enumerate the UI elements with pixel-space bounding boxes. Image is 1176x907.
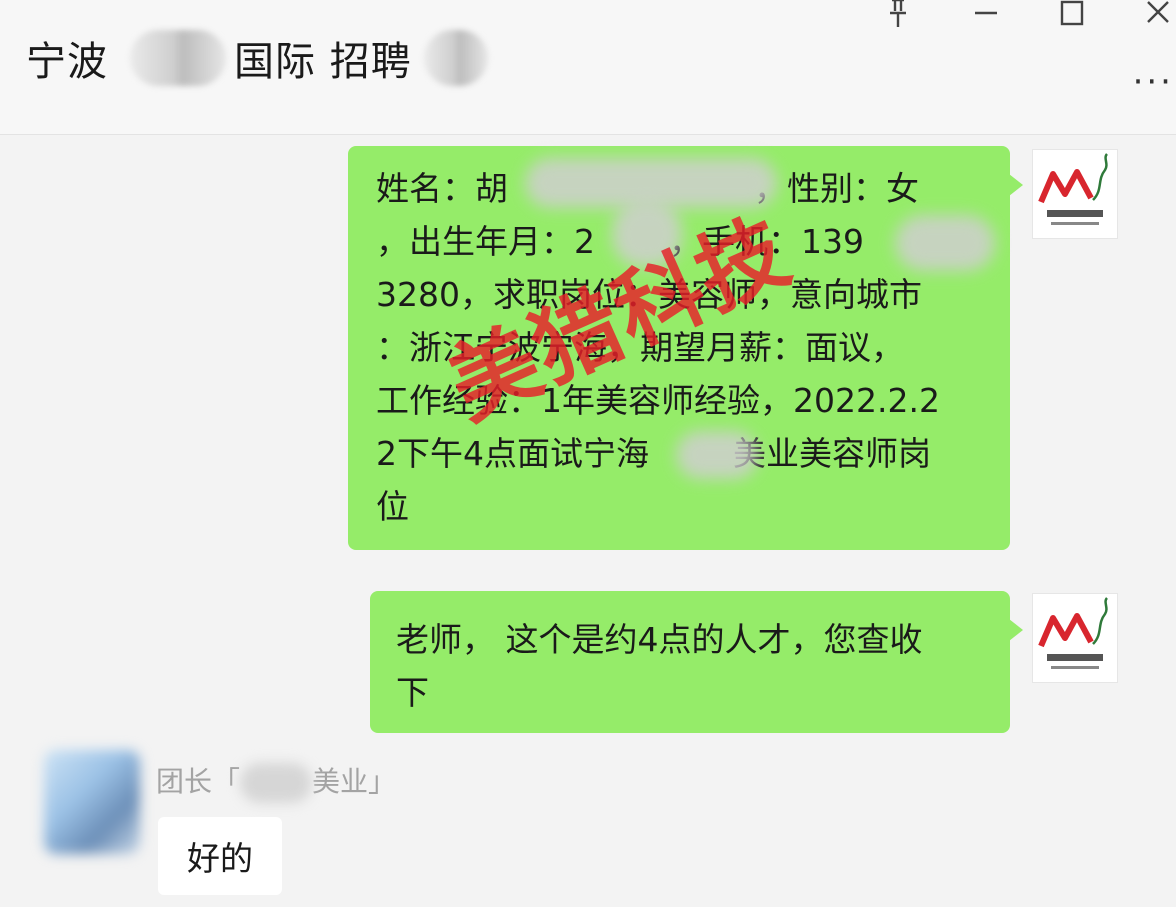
redaction-blur xyxy=(676,431,758,479)
redacted-title-blur xyxy=(130,30,226,86)
reply-text: 好的 xyxy=(187,839,253,878)
message-line: 下 xyxy=(396,673,429,712)
pin-button[interactable] xyxy=(878,0,918,34)
more-icon: ··· xyxy=(1132,62,1174,102)
chat-header: 宁波 国际 招聘 ··· xyxy=(0,0,1176,135)
maximize-button[interactable] xyxy=(1052,0,1092,34)
message-line: 老师， 这个是约4点的人才，您查收 xyxy=(396,620,923,659)
chat-title: 宁波 国际 招聘 xyxy=(26,26,488,90)
chat-title-suffix: 国际 招聘 xyxy=(234,39,412,85)
self-avatar[interactable] xyxy=(1032,593,1118,683)
meilie-logo-icon xyxy=(1038,597,1109,669)
self-avatar[interactable] xyxy=(1032,149,1118,239)
more-options-button[interactable]: ··· xyxy=(1133,62,1174,102)
close-button[interactable] xyxy=(1138,0,1176,34)
sender-name: 团长「 美业」 xyxy=(156,760,396,803)
chat-title-prefix: 宁波 xyxy=(26,39,108,85)
redacted-title-blur-2 xyxy=(423,30,488,86)
message-line: 位 xyxy=(376,487,409,526)
redaction-blur xyxy=(895,215,995,271)
contact-avatar[interactable] xyxy=(44,750,140,854)
message-bubble-note[interactable]: 老师， 这个是约4点的人才，您查收 下 xyxy=(370,591,1023,733)
pin-icon xyxy=(890,0,906,27)
message-bubble-reply[interactable]: 好的 xyxy=(158,817,282,895)
minimize-button[interactable] xyxy=(966,0,1006,34)
message-list[interactable]: 姓名：胡 ，性别：女 ，出生年月：2 ，手机：139 3280，求职岗位：美容师，意… xyxy=(0,135,1176,907)
close-icon xyxy=(1147,1,1169,23)
maximize-icon xyxy=(1060,0,1084,26)
minimize-icon xyxy=(975,11,997,15)
meilie-logo-icon xyxy=(1038,153,1109,225)
